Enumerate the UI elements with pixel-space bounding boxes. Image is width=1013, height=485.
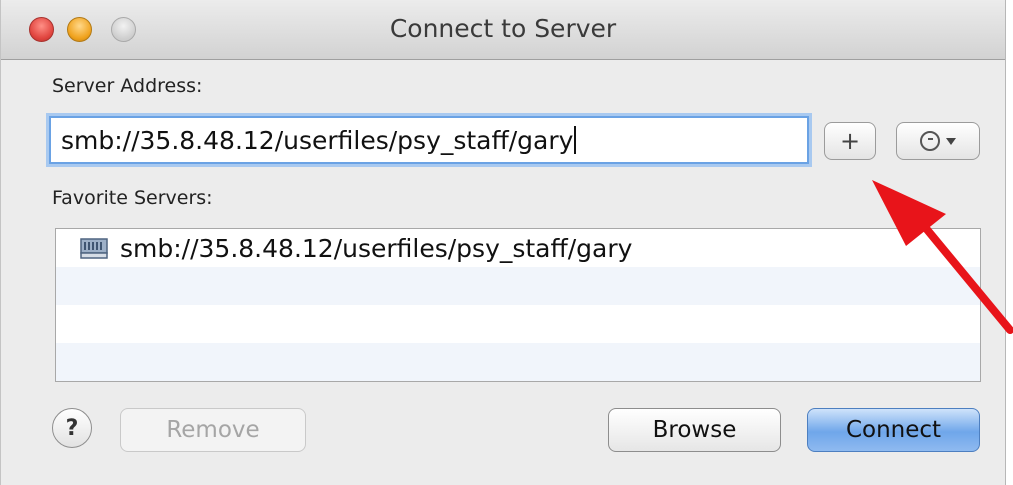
red-arrow-annotation (872, 180, 1013, 334)
